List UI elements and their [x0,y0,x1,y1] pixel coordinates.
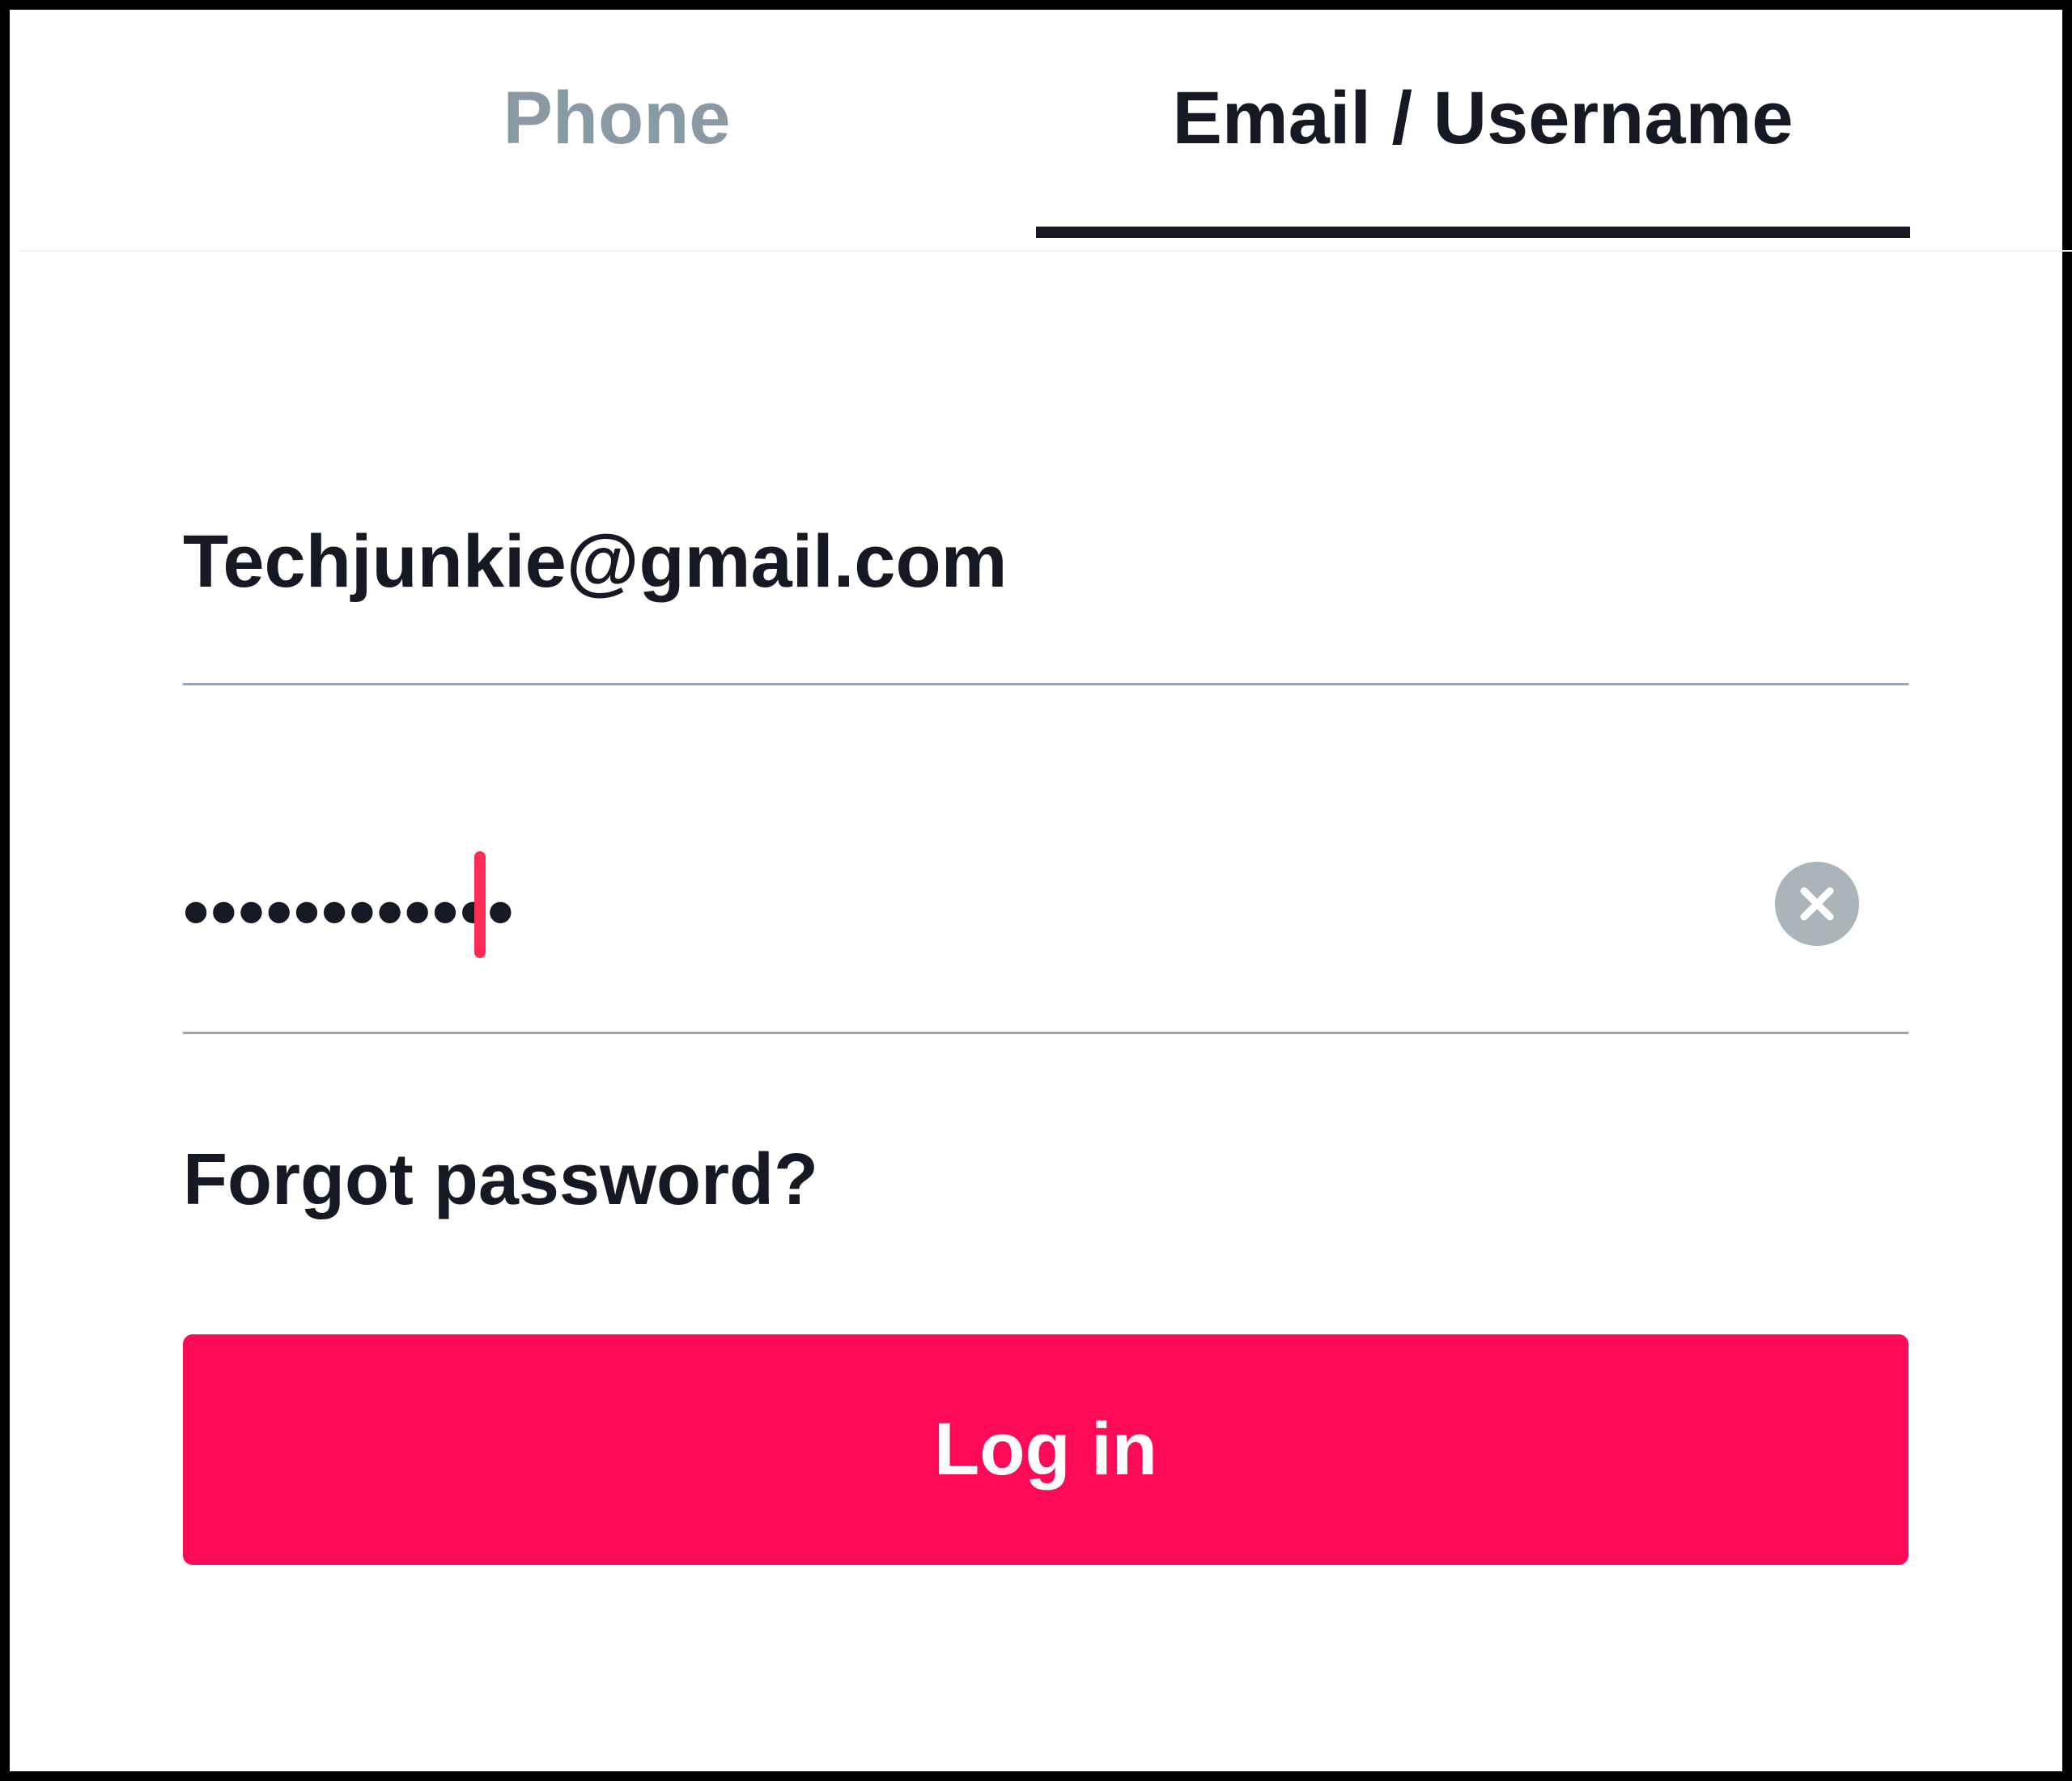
login-button-label: Log in [934,1408,1157,1491]
login-method-tabs: Phone Email / Username [19,19,2072,252]
password-field[interactable]: •••••••••••• [183,827,1909,1034]
email-field[interactable]: Techjunkie@gmail.com [183,483,1909,685]
active-tab-indicator [1036,227,1910,238]
forgot-password-link[interactable]: Forgot password? [183,1139,818,1222]
tab-email-username-label: Email / Username [1172,77,1794,159]
close-icon [1800,887,1834,921]
tab-phone-label: Phone [503,77,731,159]
clear-password-button[interactable] [1775,862,1859,946]
email-input-value: Techjunkie@gmail.com [183,520,1008,603]
password-input-value: •••••••••••• [183,871,516,953]
login-button[interactable]: Log in [183,1334,1909,1565]
tab-phone[interactable]: Phone [204,19,1030,250]
tab-email-username[interactable]: Email / Username [1046,19,1920,250]
login-panel: Phone Email / Username Techjunkie@gmail.… [0,0,2072,1781]
text-caret [474,851,486,958]
